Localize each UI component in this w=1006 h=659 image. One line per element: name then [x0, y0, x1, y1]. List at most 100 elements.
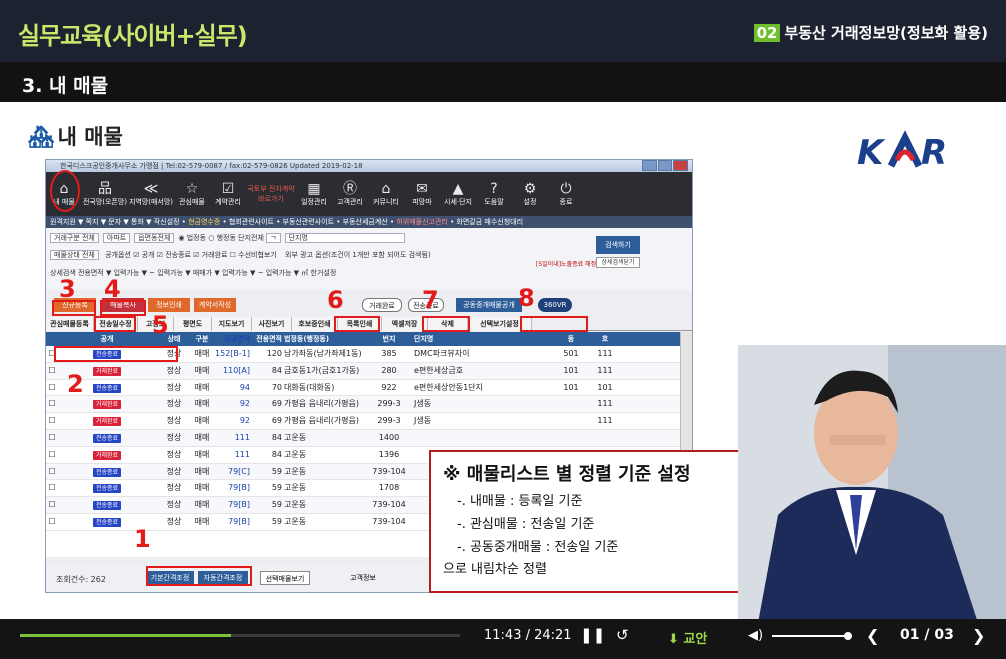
print-info-button[interactable]: 정보인쇄 [148, 298, 190, 312]
status-badge: 거래완료 [92, 417, 122, 427]
cell-bunji: 1708 [378, 483, 400, 493]
settings-icon: ⚙ [523, 181, 537, 197]
annotation-5: 5 [152, 311, 169, 339]
kar-logo: K R [857, 130, 947, 173]
toolbar-label: 국토부 전자계약 바로가기 [247, 185, 295, 203]
toolbar-button-sitemap[interactable]: 品 전국망(오픈망) [82, 172, 128, 216]
menubar-tail[interactable]: • 화면갈금 매수신청대리 [450, 218, 523, 226]
toolbar-button-calendar[interactable]: ▦ 일정관리 [296, 172, 332, 216]
toolbar-button-power[interactable]: ⏻ 종료 [548, 172, 584, 216]
column-header: 번지 [382, 335, 396, 343]
tab-0[interactable]: 관심매물등록 [46, 317, 94, 331]
toolbar-button-megaphone[interactable]: ✉ 피망마 [404, 172, 440, 216]
page-title-text: 내 매물 [57, 125, 123, 149]
status-badge: 거래완료 [92, 366, 122, 376]
selected-view-button[interactable]: 선택매물보기 [260, 571, 310, 585]
toolbar-button-contract[interactable]: ☑ 계약관리 [210, 172, 246, 216]
toolbar-button-help[interactable]: ? 도움말 [476, 172, 512, 216]
filter-property-type[interactable]: 아파트 [102, 233, 131, 243]
toolbar-button-chart[interactable]: ▲ 시세·단지 [440, 172, 476, 216]
filter-area[interactable]: 읍면동전체 [134, 233, 175, 243]
help-icon: ? [490, 181, 498, 197]
pause-icon[interactable]: ❚❚ [580, 626, 605, 644]
progress-bar[interactable] [20, 634, 460, 637]
table-row[interactable]: ☐ 거래완료 정상 매매 92 69 가평읍 읍내리(가평읍) 299-3 J생동 111 [46, 413, 680, 430]
filter-complex[interactable]: 단지명 [284, 233, 405, 243]
volume-icon[interactable]: ◀) [748, 628, 763, 643]
toolbar-button-community[interactable]: ⌂ 커뮤니티 [368, 172, 404, 216]
cell-status: 정상 [166, 466, 182, 476]
table-row[interactable]: ☐ 전송종료 정상 매매 111 84 고운동 1400 [46, 429, 680, 447]
row-checkbox[interactable]: ☐ [46, 380, 58, 396]
volume-knob[interactable] [844, 632, 852, 640]
window-title: 한국디스크공인중개사무소 가맹점 | Tel:02-579-0087 / fax… [46, 160, 692, 172]
toolbar-button-star[interactable]: ☆ 관심매물 [174, 172, 210, 216]
filter-dong-type[interactable]: ◉ 법정동 ○ 행정동 단지전체 [178, 234, 264, 242]
cell-excl: 59 [271, 516, 282, 526]
toolbar-button-settings[interactable]: ⚙ 설정 [512, 172, 548, 216]
toolbar-button-share[interactable]: ≪ 지역망(매서망) [128, 172, 174, 216]
close-button[interactable] [673, 160, 689, 171]
toolbar-label: 커뮤니티 [373, 198, 399, 206]
detail-close-button[interactable]: 상세검색닫기 [596, 257, 640, 268]
annotation-6: 6 [327, 286, 344, 314]
row-checkbox[interactable]: ☐ [46, 447, 58, 463]
table-row[interactable]: ☐ 거래완료 정상 매매 110[A] 84 금호동1가(금호1가동) 280 e편한세상금호 1… [46, 362, 680, 380]
page-indicator: 01 / 03 [900, 627, 954, 643]
sort-criteria-note: ※ 매물리스트 별 정렬 기준 설정 -. 내매물 : 등록일 기준 -. 관심… [429, 450, 759, 593]
filter-ad-options[interactable]: 외부 광고 옵션(조건이 1개만 포함 되어도 검색됨) [285, 251, 431, 259]
menubar-false-listing-link[interactable]: 허위매물신고관리 [396, 218, 448, 226]
toolbar-label: 도움말 [484, 198, 504, 206]
column-header [46, 332, 58, 346]
filter-trade-type[interactable]: 거래구분 전체 [50, 233, 99, 243]
customer-info-checkbox[interactable]: 고객정보 [338, 571, 388, 585]
cell-dong: 고운동 [284, 500, 307, 510]
row-checkbox[interactable]: ☐ [46, 413, 58, 429]
row-checkbox[interactable]: ☐ [46, 497, 58, 513]
filter-initial[interactable]: ㄱ [266, 233, 281, 243]
cell-status: 정상 [166, 432, 182, 442]
menubar-items[interactable]: 원격지원 ▼ 쪽지 ▼ 문자 ▼ 통화 ▼ 작신설정 • [50, 218, 186, 226]
cell-bunji: 1396 [378, 449, 400, 459]
contract-write-button[interactable]: 계약서작성 [194, 298, 236, 312]
prev-page-icon[interactable]: ❮ [866, 626, 879, 645]
row-checkbox[interactable]: ☐ [46, 480, 58, 496]
cell-excl: 69 [271, 399, 282, 409]
vr-360-button[interactable]: 360VR [538, 298, 572, 312]
menubar-links[interactable]: • 협회관련사이트 • 부동산관련사이트 • 부동산세금계산 • [223, 218, 395, 226]
tab-3[interactable]: 평면도 [174, 317, 212, 331]
cell-supply: 79[B] [228, 500, 250, 510]
next-page-icon[interactable]: ❯ [972, 626, 985, 645]
annotation-3: 3 [59, 275, 76, 303]
toolbar-button-customers[interactable]: Ⓡ 고객관리 [332, 172, 368, 216]
row-checkbox[interactable]: ☐ [46, 430, 58, 446]
filter-detail-row[interactable]: 상세검색 전용면적 ▼ 입력가능 ▼ ~ 입력가능 ▼ 매매가 ▼ 입력가능 ▼… [50, 269, 336, 277]
svg-text:R: R [921, 133, 947, 173]
tab-6[interactable]: 호보증인쇄 [292, 317, 338, 331]
cell-status: 정상 [166, 382, 182, 392]
toolbar-label: 설정 [523, 198, 537, 206]
shared-listing-button[interactable]: 공동중개매물공개 [456, 298, 522, 312]
search-button[interactable]: 검색하기 [596, 236, 640, 254]
row-checkbox[interactable]: ☐ [46, 396, 58, 412]
tab-4[interactable]: 지도보기 [212, 317, 252, 331]
replay-icon[interactable]: ↺ [616, 626, 629, 644]
row-checkbox[interactable]: ☐ [46, 464, 58, 480]
cell-bunji: 1400 [378, 432, 400, 442]
row-checkbox[interactable]: ☐ [46, 363, 58, 379]
cell-h: 111 [597, 365, 613, 375]
minimize-button[interactable] [642, 160, 657, 171]
table-row[interactable]: ☐ 전송종료 정상 매매 94 70 대화동(대화동) 922 e편한세상안동1단지 101 101 [46, 380, 680, 397]
menubar-receipt-link[interactable]: 현금영수증 [188, 218, 220, 226]
tab-5[interactable]: 사진보기 [252, 317, 292, 331]
download-materials-button[interactable]: ⬇ 교안 [668, 628, 707, 647]
maximize-button[interactable] [657, 160, 673, 171]
filter-status[interactable]: 매물상태 전체 [50, 250, 99, 260]
volume-slider[interactable] [772, 632, 852, 640]
table-row[interactable]: ☐ 거래완료 정상 매매 92 69 가평읍 읍내리(가평읍) 299-3 J생동 111 [46, 396, 680, 414]
row-checkbox[interactable]: ☐ [46, 514, 58, 530]
filter-publish-options[interactable]: 공개옵션 ☑ 공개 ☑ 전송종료 ☑ 거래완료 ☐ 수선비협보기 [105, 251, 277, 259]
toolbar-button-e-contract[interactable]: 국토부 전자계약 바로가기 [246, 172, 296, 216]
section-bar: 3. 내 매물 [0, 62, 1006, 102]
deal-done-button[interactable]: 거래완료 [362, 298, 402, 312]
